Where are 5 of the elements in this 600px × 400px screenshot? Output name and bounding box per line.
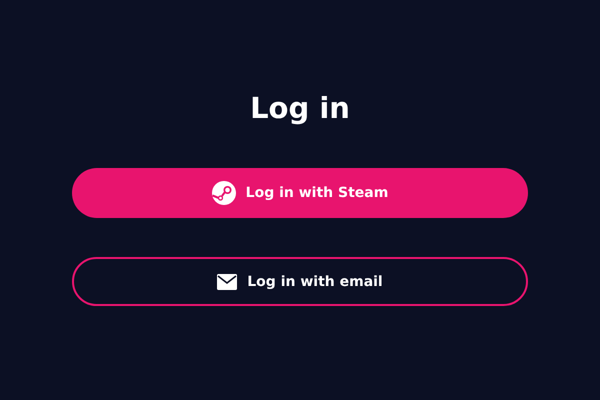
- page-title: Log in: [250, 90, 350, 127]
- logo-icon: [212, 181, 236, 205]
- mail-icon: [217, 274, 238, 290]
- login-button[interactable]: Log in with Steam: [72, 168, 528, 218]
- login-button[interactable]: Log in with email: [72, 257, 528, 306]
